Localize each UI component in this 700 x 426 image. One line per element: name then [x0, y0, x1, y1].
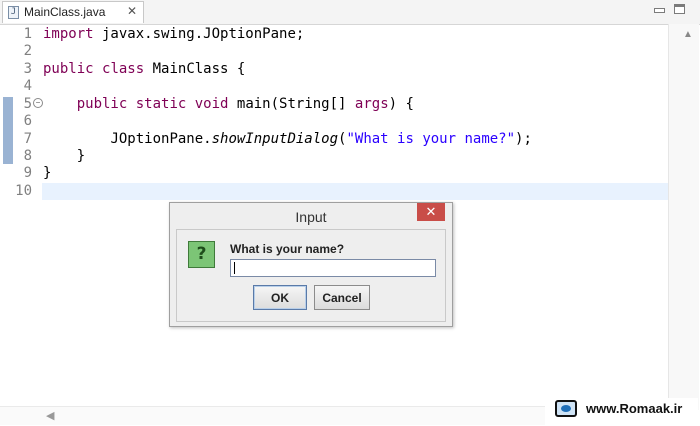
java-file-icon: J	[8, 6, 19, 19]
code-text: public class MainClass {	[43, 61, 245, 78]
code-line: 8 }	[0, 148, 668, 165]
line-number: 3	[23, 61, 32, 77]
watermark-text: www.Romaak.ir	[586, 401, 683, 416]
line-number: 8	[23, 148, 32, 164]
question-icon: ?	[188, 241, 215, 268]
minimize-icon[interactable]	[653, 4, 665, 14]
code-line: 2	[0, 43, 668, 60]
code-text: }	[43, 165, 52, 181]
code-token: main(String[]	[228, 96, 355, 112]
code-token: JOptionPane.	[110, 131, 212, 147]
line-number: 10	[15, 183, 32, 199]
line-number: 1	[23, 26, 32, 42]
keyword: class	[102, 61, 145, 77]
ok-button[interactable]: OK	[253, 285, 307, 310]
code-token: ) {	[388, 96, 414, 112]
editor-tab-bar: J MainClass.java ✕	[0, 0, 700, 25]
dialog-title: Input	[295, 209, 327, 225]
cancel-button[interactable]: Cancel	[314, 285, 370, 310]
watermark: www.Romaak.ir	[552, 398, 698, 422]
line-number: 4	[23, 78, 32, 94]
code-line: 10	[0, 183, 668, 200]
dialog-message: What is your name?	[230, 242, 345, 256]
keyword: public	[43, 61, 94, 77]
line-number: 5	[23, 96, 32, 112]
tab-mainclass-java[interactable]: J MainClass.java ✕	[2, 1, 144, 23]
method-name: showInputDialog	[211, 131, 339, 147]
text-caret	[234, 262, 235, 274]
scroll-up-icon[interactable]: ▲	[683, 29, 693, 40]
code-line: 7 JOptionPane.showInputDialog("What is y…	[0, 131, 668, 148]
code-token: javax.swing.JOptionPane;	[93, 26, 305, 42]
tab-close-icon[interactable]: ✕	[127, 4, 137, 18]
code-line: 4	[0, 78, 668, 95]
code-text: JOptionPane.showInputDialog("What is you…	[43, 131, 532, 148]
tab-label: MainClass.java	[24, 5, 106, 19]
line-number: 9	[23, 165, 32, 181]
horizontal-scrollbar[interactable]	[0, 406, 545, 425]
dialog-body: ? What is your name? OK Cancel	[176, 229, 446, 322]
keyword: public	[76, 96, 128, 112]
code-token: MainClass {	[144, 61, 246, 77]
line-number: 6	[23, 113, 32, 129]
code-text: public static void main(String[] args) {	[43, 96, 414, 113]
vertical-scrollbar[interactable]	[668, 24, 699, 410]
romaak-logo	[555, 400, 577, 417]
close-icon[interactable]: ✕	[417, 203, 445, 221]
code-line: 9 }	[0, 165, 668, 182]
code-line: 6	[0, 113, 668, 130]
code-line: 1 import javax.swing.JOptionPane;	[0, 26, 668, 43]
line-number: 7	[23, 131, 32, 147]
keyword: void	[194, 96, 229, 112]
string-literal: "What is your name?"	[346, 131, 516, 147]
code-text: }	[43, 148, 86, 164]
code-text: import javax.swing.JOptionPane;	[43, 26, 304, 43]
parameter: args	[354, 96, 389, 112]
input-dialog: Input ✕ ? What is your name? OK Cancel	[169, 202, 453, 327]
name-input[interactable]	[230, 259, 436, 277]
code-token: );	[515, 131, 532, 147]
keyword: import	[43, 26, 94, 42]
code-line: 3 public class MainClass {	[0, 61, 668, 78]
line-number: 2	[23, 43, 32, 59]
code-line: 5 − public static void main(String[] arg…	[0, 96, 668, 113]
fold-toggle-icon[interactable]: −	[33, 98, 43, 108]
scroll-left-icon[interactable]: ◀	[46, 409, 54, 422]
keyword: static	[135, 96, 187, 112]
maximize-icon[interactable]	[674, 4, 685, 14]
